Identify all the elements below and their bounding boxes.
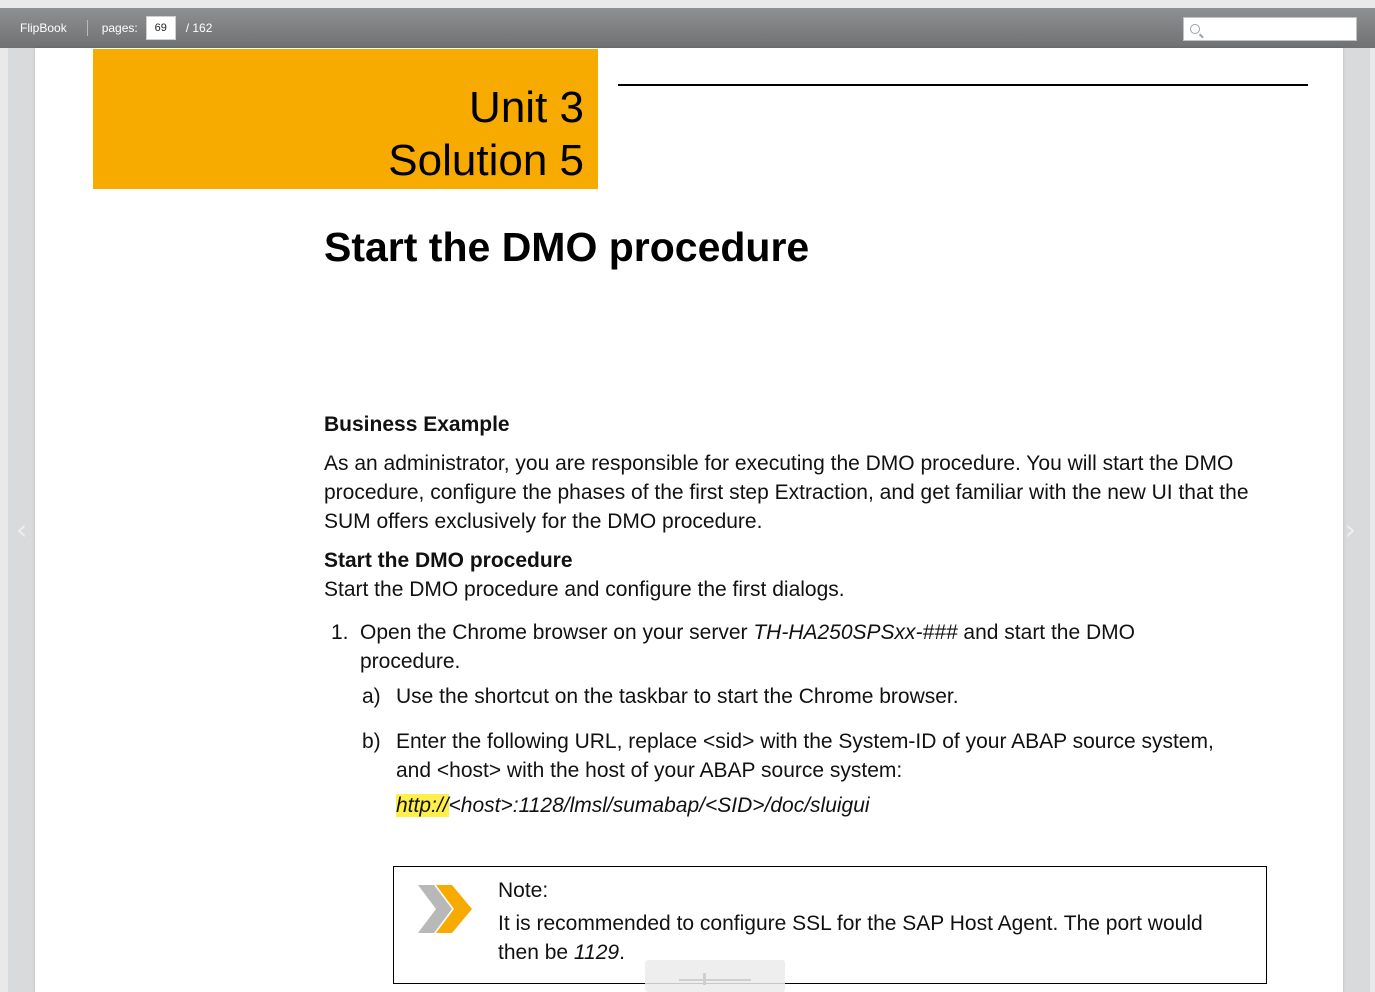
document-page: Unit 3 Solution 5 Start the DMO procedur… xyxy=(35,48,1343,992)
unit-banner: Unit 3 Solution 5 xyxy=(93,49,598,189)
app-brand: FlipBook xyxy=(20,21,67,35)
section-intro: Start the DMO procedure and configure th… xyxy=(324,578,845,601)
search-icon xyxy=(1190,24,1200,34)
substep-body: Enter the following URL, replace <sid> w… xyxy=(396,727,1226,820)
page-title: Start the DMO procedure xyxy=(324,224,810,270)
unit-number: Unit 3 xyxy=(469,83,584,132)
note-title: Note: xyxy=(498,879,549,902)
double-chevron-note-icon xyxy=(418,885,472,933)
url-path: <host>:1128/lmsl/sumabap/<SID>/doc/sluig… xyxy=(448,794,870,817)
zoom-handle[interactable] xyxy=(703,973,706,985)
flipbook-toolbar: FlipBook pages: 69 / 162 xyxy=(0,0,1375,48)
step-number: 1. xyxy=(331,621,349,644)
server-name: TH-HA250SPSxx-### xyxy=(753,621,958,644)
toolbar-divider xyxy=(86,20,88,36)
search-input[interactable] xyxy=(1183,17,1357,41)
substep-a: a) Use the shortcut on the taskbar to st… xyxy=(362,682,1284,711)
zoom-slider[interactable] xyxy=(645,960,785,992)
toolbar-content: FlipBook pages: 69 / 162 xyxy=(8,8,1367,48)
chevron-left-icon[interactable]: ‹ xyxy=(16,513,27,546)
substep-text: Enter the following URL, replace <sid> w… xyxy=(396,730,1214,782)
business-example-text: As an administrator, you are responsible… xyxy=(324,452,1249,533)
step-1: 1. Open the Chrome browser on your serve… xyxy=(324,618,1284,676)
pages-label: pages: xyxy=(101,21,138,35)
url-protocol-highlight: http:// xyxy=(396,794,449,817)
section-heading: Start the DMO procedure xyxy=(324,549,573,572)
business-example-heading: Business Example xyxy=(324,413,510,436)
current-page-input[interactable]: 69 xyxy=(145,16,176,40)
url-example: http://<host>:1128/lmsl/sumabap/<SID>/do… xyxy=(396,791,1226,820)
header-rule xyxy=(618,84,1308,86)
document-content: Business Example As an administrator, yo… xyxy=(324,410,1284,820)
chevron-right-icon[interactable]: › xyxy=(1345,513,1356,546)
note-text: It is recommended to configure SSL for t… xyxy=(498,909,1228,967)
note-port: 1129 xyxy=(573,941,620,964)
solution-number: Solution 5 xyxy=(388,136,584,185)
step-text: Open the Chrome browser on your server T… xyxy=(360,618,1240,676)
total-pages: / 162 xyxy=(185,21,213,35)
substep-b: b) Enter the following URL, replace <sid… xyxy=(362,727,1284,820)
page-viewer: ‹ › Unit 3 Solution 5 Start the DMO proc… xyxy=(8,48,1370,992)
note-text-end: . xyxy=(619,941,625,964)
substep-text: Use the shortcut on the taskbar to start… xyxy=(396,685,959,708)
note-box: Note: It is recommended to configure SSL… xyxy=(393,866,1267,984)
substep-letter: a) xyxy=(362,685,381,708)
step-text-start: Open the Chrome browser on your server xyxy=(360,621,754,644)
zoom-track[interactable] xyxy=(679,979,751,981)
substep-letter: b) xyxy=(362,730,381,753)
